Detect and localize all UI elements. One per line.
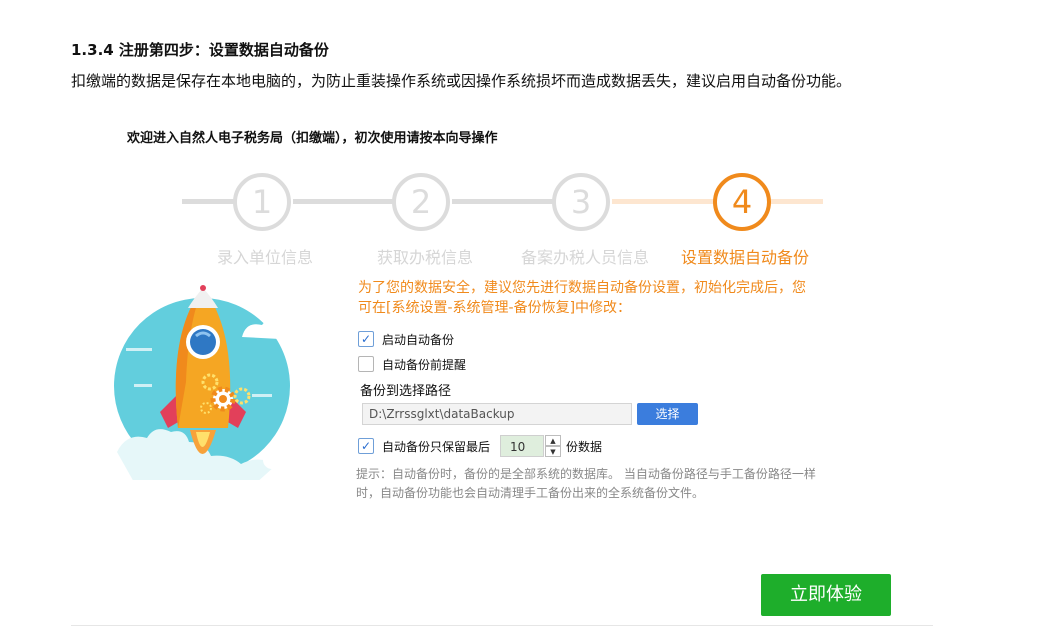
progress-line-3 bbox=[452, 199, 556, 204]
increment-arrow-icon[interactable]: ▲ bbox=[545, 435, 561, 446]
step-label-1: 录入单位信息 bbox=[216, 248, 313, 267]
keep-last-prefix: 自动备份只保留最后 bbox=[382, 440, 491, 454]
check-icon: ✓ bbox=[360, 332, 372, 346]
backup-path-label: 备份到选择路径 bbox=[360, 384, 452, 399]
progress-line-4 bbox=[612, 199, 717, 204]
step-circle-1: 1 bbox=[233, 173, 291, 231]
step-circle-4: 4 bbox=[713, 173, 771, 231]
choose-path-button[interactable]: 选择 bbox=[637, 403, 698, 425]
keep-last-suffix: 份数据 bbox=[566, 440, 603, 454]
rocket-illustration bbox=[114, 285, 290, 480]
remind-before-backup-checkbox[interactable] bbox=[358, 356, 374, 372]
step-label-4: 设置数据自动备份 bbox=[680, 248, 809, 267]
keep-count-input[interactable]: 10 bbox=[500, 435, 544, 457]
progress-line-2 bbox=[293, 199, 396, 204]
section-intro: 扣缴端的数据是保存在本地电脑的，为防止重装操作系统或因操作系统损坏而造成数据丢失… bbox=[71, 72, 852, 90]
enable-backup-label: 启动自动备份 bbox=[382, 333, 455, 347]
remind-before-backup-label: 自动备份前提醒 bbox=[382, 358, 467, 372]
enable-backup-checkbox[interactable]: ✓ bbox=[358, 331, 374, 347]
divider bbox=[71, 625, 933, 626]
backup-hint: 提示：自动备份时，备份的是全部系统的数据库。 当自动备份路径与手工备份路径一样时… bbox=[356, 467, 816, 500]
progress-line-5 bbox=[771, 199, 823, 204]
section-heading: 1.3.4 注册第四步：设置数据自动备份 bbox=[71, 41, 329, 59]
keep-last-checkbox[interactable]: ✓ bbox=[358, 438, 374, 454]
try-now-button[interactable]: 立即体验 bbox=[761, 574, 891, 616]
step-circle-3: 3 bbox=[552, 173, 610, 231]
backup-notice: 为了您的数据安全，建议您先进行数据自动备份设置，初始化完成后，您可在[系统设置-… bbox=[358, 280, 806, 316]
step-label-2: 获取办税信息 bbox=[376, 248, 473, 267]
progress-line-1 bbox=[182, 199, 237, 204]
step-circle-2: 2 bbox=[392, 173, 450, 231]
decrement-arrow-icon[interactable]: ▼ bbox=[545, 446, 561, 457]
check-icon: ✓ bbox=[360, 439, 372, 453]
backup-path-input[interactable]: D:\Zrrssglxt\dataBackup bbox=[362, 403, 632, 425]
wizard-title: 欢迎进入自然人电子税务局（扣缴端），初次使用请按本向导操作 bbox=[127, 131, 498, 146]
step-label-3: 备案办税人员信息 bbox=[520, 248, 649, 267]
